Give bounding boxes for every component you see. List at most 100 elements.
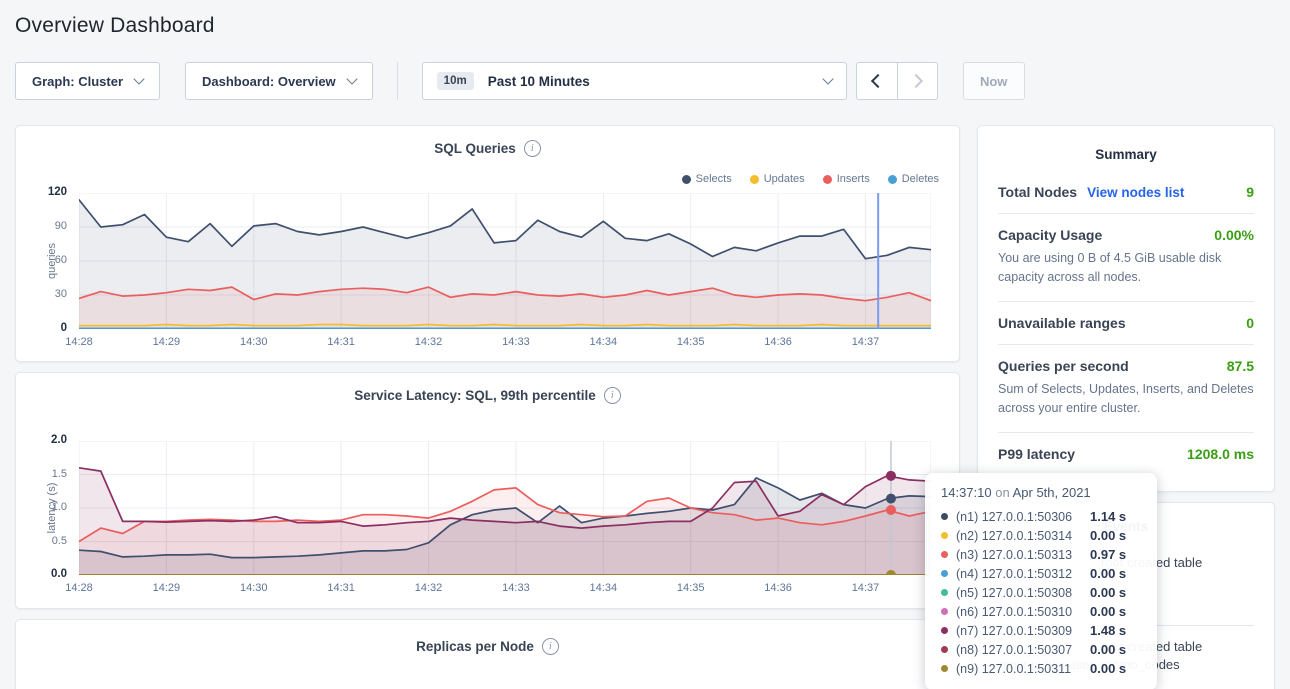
tooltip-node-name: (n6) 127.0.0.1:50310 xyxy=(956,605,1090,619)
time-next-button[interactable] xyxy=(897,63,937,99)
legend-dot-icon xyxy=(750,175,759,184)
y-axis-tick: 90 xyxy=(26,220,67,232)
node-series-dot-icon xyxy=(941,665,948,672)
x-axis-tick: 14:28 xyxy=(49,582,109,594)
x-axis-tick: 14:30 xyxy=(224,582,284,594)
summary-row-qps: Queries per second 87.5 Sum of Selects, … xyxy=(998,344,1254,432)
view-nodes-list-link[interactable]: View nodes list xyxy=(1087,185,1184,200)
tooltip-row: (n9) 127.0.0.1:503110.00 s xyxy=(941,659,1141,678)
x-axis-tick: 14:35 xyxy=(661,336,721,348)
legend-label: Updates xyxy=(764,173,805,185)
capacity-usage-description: You are using 0 B of 4.5 GiB usable disk… xyxy=(998,249,1254,288)
legend-label: Deletes xyxy=(902,173,939,185)
qps-value: 87.5 xyxy=(1227,358,1254,374)
node-series-dot-icon xyxy=(941,646,948,653)
legend-item: Updates xyxy=(750,173,805,185)
chevron-left-icon xyxy=(871,74,885,88)
node-series-dot-icon xyxy=(941,627,948,634)
tooltip-node-name: (n1) 127.0.0.1:50306 xyxy=(956,510,1090,524)
tooltip-row: (n2) 127.0.0.1:503140.00 s xyxy=(941,526,1141,545)
x-axis-tick: 14:34 xyxy=(573,582,633,594)
tooltip-node-value: 0.00 s xyxy=(1090,661,1126,676)
x-axis-tick: 14:37 xyxy=(835,336,895,348)
total-nodes-value: 9 xyxy=(1246,184,1254,200)
chart-title-row: Replicas per Node i xyxy=(16,638,959,655)
info-icon[interactable]: i xyxy=(524,140,541,157)
summary-row-capacity: Capacity Usage 0.00% You are using 0 B o… xyxy=(998,213,1254,301)
tooltip-row: (n8) 127.0.0.1:503070.00 s xyxy=(941,640,1141,659)
chevron-down-icon xyxy=(822,73,833,84)
tooltip-node-value: 0.00 s xyxy=(1090,528,1126,543)
x-axis-tick: 14:33 xyxy=(486,582,546,594)
tooltip-timestamp: 14:37:10 on Apr 5th, 2021 xyxy=(941,485,1141,500)
chart-title-row: Service Latency: SQL, 99th percentile i xyxy=(16,387,959,404)
x-axis-tick: 14:36 xyxy=(748,582,808,594)
legend-dot-icon xyxy=(823,175,832,184)
unavailable-ranges-label: Unavailable ranges xyxy=(998,315,1126,331)
x-axis-tick: 14:34 xyxy=(573,336,633,348)
unavailable-ranges-value: 0 xyxy=(1246,315,1254,331)
y-axis-tick: 0.0 xyxy=(26,568,67,580)
tooltip-node-value: 1.48 s xyxy=(1090,623,1126,638)
tooltip-node-value: 0.00 s xyxy=(1090,642,1126,657)
y-axis-tick: 30 xyxy=(26,288,67,300)
legend-dot-icon xyxy=(888,175,897,184)
summary-panel: Summary Total Nodes View nodes list 9 Ca… xyxy=(977,125,1275,492)
overview-dashboard-page: Overview Dashboard Graph: Cluster Dashbo… xyxy=(0,0,1290,689)
y-axis-tick: 2.0 xyxy=(26,434,67,446)
time-range-badge: 10m xyxy=(437,72,474,90)
node-series-dot-icon xyxy=(941,608,948,615)
qps-description: Sum of Selects, Updates, Inserts, and De… xyxy=(998,380,1254,419)
info-icon[interactable]: i xyxy=(604,387,621,404)
tooltip-node-value: 0.00 s xyxy=(1090,566,1126,581)
summary-title: Summary xyxy=(978,126,1274,171)
tooltip-node-name: (n5) 127.0.0.1:50308 xyxy=(956,586,1090,600)
graph-dropdown[interactable]: Graph: Cluster xyxy=(15,62,160,100)
tooltip-node-name: (n7) 127.0.0.1:50309 xyxy=(956,624,1090,638)
p99-latency-label: P99 latency xyxy=(998,446,1075,462)
y-axis-label: latency (s) xyxy=(46,483,58,534)
summary-row-p99-latency: P99 latency 1208.0 ms xyxy=(998,432,1254,475)
chart-title: Replicas per Node xyxy=(416,639,534,654)
tooltip-node-name: (n4) 127.0.0.1:50312 xyxy=(956,567,1090,581)
service-latency-card: Service Latency: SQL, 99th percentile i … xyxy=(15,372,960,609)
chevron-right-icon xyxy=(909,74,923,88)
summary-row-total-nodes: Total Nodes View nodes list 9 xyxy=(998,171,1254,213)
p99-latency-value: 1208.0 ms xyxy=(1187,446,1254,462)
sql-queries-card: SQL Queries i SelectsUpdatesInsertsDelet… xyxy=(15,125,960,362)
dashboard-dropdown[interactable]: Dashboard: Overview xyxy=(185,62,373,100)
time-range-label: Past 10 Minutes xyxy=(488,74,812,89)
legend-label: Selects xyxy=(696,173,732,185)
tooltip-row: (n5) 127.0.0.1:503080.00 s xyxy=(941,583,1141,602)
x-axis-tick: 14:33 xyxy=(486,336,546,348)
tooltip-node-value: 0.00 s xyxy=(1090,585,1126,600)
y-axis-tick: 1.5 xyxy=(26,468,67,480)
y-axis-tick: 0 xyxy=(26,322,67,334)
node-series-dot-icon xyxy=(941,589,948,596)
legend-item: Selects xyxy=(682,173,732,185)
x-axis-tick: 14:37 xyxy=(835,582,895,594)
legend-label: Inserts xyxy=(837,173,870,185)
summary-row-unavailable-ranges: Unavailable ranges 0 xyxy=(998,301,1254,344)
time-prev-button[interactable] xyxy=(857,63,897,99)
tooltip-node-name: (n3) 127.0.0.1:50313 xyxy=(956,548,1090,562)
x-axis-tick: 14:29 xyxy=(136,582,196,594)
tooltip-node-value: 1.14 s xyxy=(1090,509,1126,524)
chevron-down-icon xyxy=(133,73,144,84)
node-series-dot-icon xyxy=(941,513,948,520)
replicas-per-node-card: Replicas per Node i xyxy=(15,619,960,689)
info-icon[interactable]: i xyxy=(542,638,559,655)
chart-plot-area[interactable] xyxy=(79,441,931,575)
chart-legend: Selects Updates Inserts Deletes xyxy=(682,173,939,185)
time-range-picker[interactable]: 10m Past 10 Minutes xyxy=(422,62,847,100)
x-axis-tick: 14:32 xyxy=(399,336,459,348)
tooltip-row: (n7) 127.0.0.1:503091.48 s xyxy=(941,621,1141,640)
chart-plot-area[interactable] xyxy=(79,193,931,329)
tooltip-node-name: (n9) 127.0.0.1:50311 xyxy=(956,662,1090,676)
chart-title: Service Latency: SQL, 99th percentile xyxy=(354,388,596,403)
x-axis-tick: 14:31 xyxy=(311,336,371,348)
legend-item: Inserts xyxy=(823,173,870,185)
dashboard-dropdown-label: Dashboard: Overview xyxy=(202,74,336,89)
now-button[interactable]: Now xyxy=(963,62,1025,100)
legend-item: Deletes xyxy=(888,173,939,185)
